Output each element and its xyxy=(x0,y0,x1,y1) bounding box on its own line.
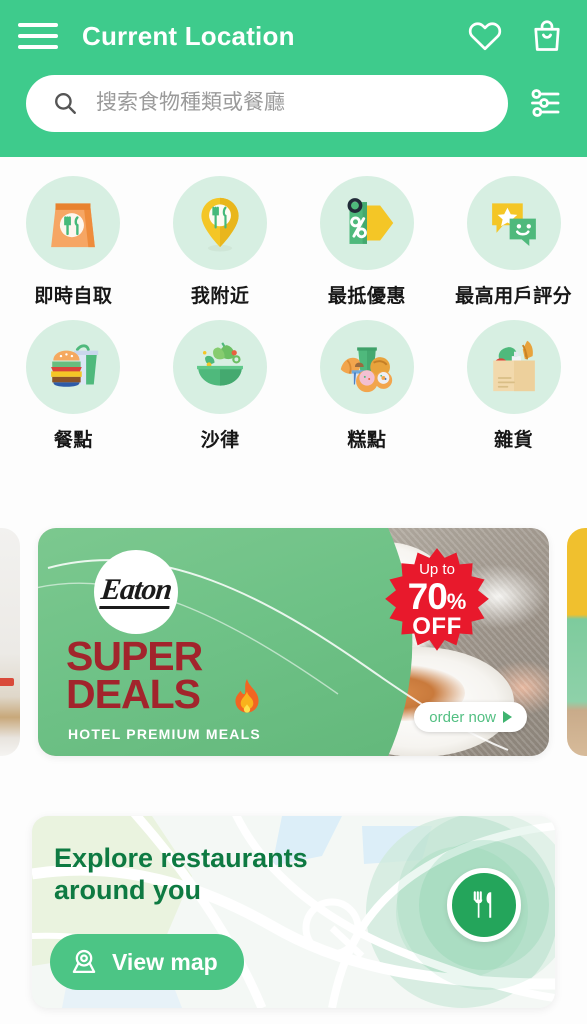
category-label: 餐點 xyxy=(53,430,93,451)
category-icon-wrap xyxy=(173,320,268,414)
play-triangle-icon xyxy=(503,711,512,723)
view-map-button[interactable]: View map xyxy=(50,934,244,990)
app-header: Current Location xyxy=(0,0,587,157)
order-now-label: order now xyxy=(429,708,496,726)
pastry-coffee-icon xyxy=(340,347,393,393)
map-pin-icon xyxy=(72,949,96,973)
category-icon-wrap xyxy=(26,176,121,270)
category-icon-wrap xyxy=(466,320,561,414)
badge-number: 70 xyxy=(407,575,448,617)
header-top-bar: Current Location xyxy=(0,6,587,66)
flame-icon xyxy=(235,679,259,713)
carousel-next-card[interactable] xyxy=(567,528,587,756)
filter-sliders-icon[interactable] xyxy=(528,85,564,121)
category-label: 沙律 xyxy=(200,430,240,451)
category-label: 我附近 xyxy=(190,286,250,307)
salad-bowl-icon xyxy=(197,342,244,386)
explore-map-card[interactable]: Explore restaurants around you View map xyxy=(32,816,555,1008)
promo-banner-card[interactable]: Eaton SUPER DEALS HOTEL PREMIUM MEALS Up… xyxy=(38,528,549,756)
category-icon-wrap xyxy=(466,176,561,270)
brand-logo-text: Eaton xyxy=(99,573,173,609)
banner-subtitle: HOTEL PREMIUM MEALS xyxy=(68,726,261,742)
discount-tag-percent-icon xyxy=(347,198,394,244)
banner-headline-line2: DEALS xyxy=(66,670,201,717)
category-item-deals[interactable]: 最抵優惠 xyxy=(294,176,441,308)
category-item-grocery[interactable]: 雜貨 xyxy=(440,320,587,452)
location-pin-cutlery-icon xyxy=(201,197,239,252)
explore-map-title: Explore restaurants around you xyxy=(54,843,308,906)
order-now-button[interactable]: order now xyxy=(414,702,527,732)
category-item-salad[interactable]: 沙律 xyxy=(147,320,294,452)
category-label: 糕點 xyxy=(347,430,387,451)
grocery-bag-icon xyxy=(492,340,535,392)
search-row xyxy=(0,74,587,132)
view-map-label: View map xyxy=(112,948,218,975)
promo-carousel[interactable]: Eaton SUPER DEALS HOTEL PREMIUM MEALS Up… xyxy=(0,528,587,756)
badge-prefix: Up to xyxy=(419,560,455,578)
category-icon-wrap xyxy=(173,176,268,270)
header-actions xyxy=(467,18,565,54)
category-item-pastry[interactable]: 糕點 xyxy=(294,320,441,452)
badge-suffix: OFF xyxy=(412,612,462,640)
category-item-meals[interactable]: 餐點 xyxy=(0,320,147,452)
category-label: 最抵優惠 xyxy=(327,286,406,307)
heart-icon[interactable] xyxy=(467,18,503,54)
hamburger-menu-icon[interactable] xyxy=(18,14,74,58)
badge-percent: % xyxy=(446,588,467,614)
banner-headline: SUPER DEALS xyxy=(66,636,336,717)
carousel-prev-card[interactable] xyxy=(0,528,20,756)
category-item-takeaway[interactable]: 即時自取 xyxy=(0,176,147,308)
category-item-top-rated[interactable]: 最高用戶評分 xyxy=(440,176,587,308)
category-icon-wrap xyxy=(319,320,414,414)
app-screen: Current Location 搜索食物種類或餐廳 即時自取 我附近 最抵優惠… xyxy=(0,0,587,1024)
page-title: Current Location xyxy=(82,20,295,51)
shopping-bag-icon[interactable] xyxy=(529,18,565,54)
category-label: 雜貨 xyxy=(494,430,534,451)
category-label: 最高用戶評分 xyxy=(455,286,573,307)
discount-badge: Up to 70% OFF xyxy=(383,546,491,654)
takeaway-bag-icon xyxy=(51,203,96,248)
category-item-nearby[interactable]: 我附近 xyxy=(147,176,294,308)
category-grid: 即時自取 我附近 最抵優惠 最高用戶評分 餐點 沙律 糕點 雜貨 xyxy=(0,176,587,452)
star-chat-bubbles-icon xyxy=(491,203,536,246)
search-box[interactable] xyxy=(26,74,508,132)
search-input[interactable] xyxy=(96,91,476,115)
burger-drink-icon xyxy=(51,344,99,387)
category-label: 即時自取 xyxy=(34,286,113,307)
category-icon-wrap xyxy=(26,320,121,414)
category-icon-wrap xyxy=(319,176,414,270)
fork-knife-icon xyxy=(473,891,492,918)
magnifier-icon xyxy=(55,93,76,114)
restaurant-fab-button[interactable] xyxy=(447,868,521,942)
brand-logo: Eaton xyxy=(94,550,178,634)
